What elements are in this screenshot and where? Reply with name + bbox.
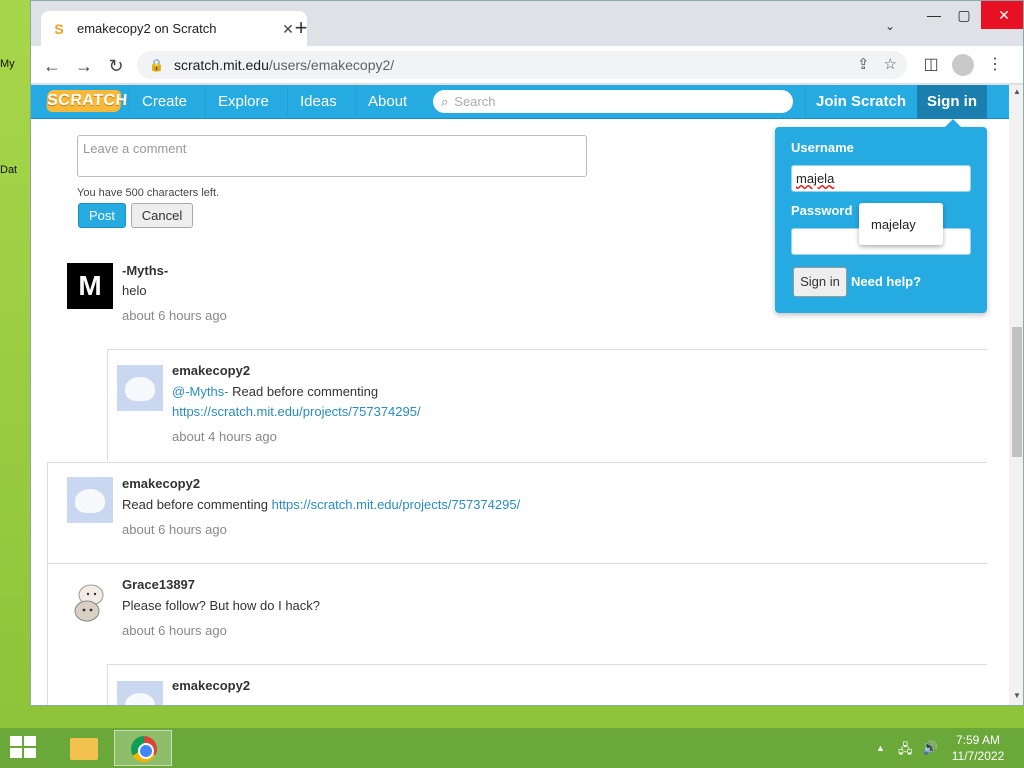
browser-tab[interactable]: S emakecopy2 on Scratch ✕ [41,11,307,46]
comment-textarea[interactable]: Leave a comment [77,135,587,177]
folder-icon [70,738,98,760]
clock-date: 11/7/2022 [951,749,1005,763]
cat-sticker-icon [74,584,104,622]
username-field[interactable]: majela [791,165,971,192]
menu-kebab-icon[interactable]: ⋮ [983,54,1007,74]
clock[interactable]: 7:59 AM 11/7/2022 [936,732,1020,764]
scratch-navbar: SCRATCH Create Explore Ideas About ⌕ Sea… [31,85,1009,119]
tab-title: emakecopy2 on Scratch [77,21,217,36]
comment-border-line [47,462,48,705]
url-path: /users/emakecopy2/ [268,57,395,73]
share-icon[interactable]: ⇪ [857,55,870,73]
comment-timestamp: about 4 hours ago [172,429,277,444]
vertical-scrollbar[interactable]: ▲ ▼ [1009,85,1023,705]
reload-icon[interactable]: ↻ [103,53,129,79]
nav-about[interactable]: About [355,85,419,119]
clock-time: 7:59 AM [955,733,1001,747]
start-button[interactable] [10,736,38,760]
comment-text-body: Read before commenting [228,384,379,399]
url-host: scratch.mit.edu [173,57,269,73]
close-window-button[interactable]: ✕ [981,1,1023,29]
comment-text: helo [122,283,147,298]
reply-indent-line [107,349,108,461]
avatar[interactable] [117,365,163,411]
post-button[interactable]: Post [78,203,126,228]
bookmark-star-icon[interactable]: ☆ [884,55,897,73]
need-help-link[interactable]: Need help? [851,274,921,289]
tab-strip: S emakecopy2 on Scratch ✕ + ⌄ — ▢ ✕ [31,1,1023,46]
show-hidden-icons-icon[interactable]: ▲ [876,743,885,753]
divider [47,563,987,564]
comment-username[interactable]: Grace13897 [122,577,195,592]
comment-username[interactable]: emakecopy2 [172,363,250,378]
address-bar[interactable]: 🔒 scratch.mit.edu/users/emakecopy2/ ⇪ ☆ [137,51,907,79]
nav-ideas[interactable]: Ideas [287,85,349,119]
scratch-logo[interactable]: SCRATCH [46,90,128,112]
tab-search-icon[interactable]: ⌄ [885,19,905,33]
comment-timestamp: about 6 hours ago [122,623,227,638]
new-tab-button[interactable]: + [289,16,313,40]
search-placeholder: Search [454,94,496,109]
comment-timestamp: about 6 hours ago [122,522,227,537]
scroll-up-icon[interactable]: ▲ [1013,87,1021,96]
scratch-favicon-icon: S [54,20,64,37]
divider [47,462,987,463]
search-input[interactable]: ⌕ Search [433,90,793,113]
forward-arrow-icon[interactable]: → [71,53,97,79]
cancel-button[interactable]: Cancel [131,203,193,228]
desktop-icon-label[interactable]: My [0,58,26,70]
comment-text: Please follow? But how do I hack? [122,598,321,613]
page-viewport: SCRATCH Create Explore Ideas About ⌕ Sea… [31,85,1009,705]
comment-placeholder: Leave a comment [83,141,187,156]
divider [107,349,987,350]
characters-left-text: You have 500 characters left. [77,187,220,199]
scrollbar-thumb[interactable] [1012,327,1022,457]
join-scratch-link[interactable]: Join Scratch [805,85,916,119]
search-icon: ⌕ [441,93,449,109]
minimize-button[interactable]: — [919,1,949,29]
comment-username[interactable]: emakecopy2 [172,678,250,693]
file-explorer-taskbar-button[interactable] [52,730,110,766]
chrome-taskbar-button[interactable] [114,730,172,766]
username-label: Username [791,140,854,155]
avatar[interactable]: M [67,263,113,309]
nav-explore[interactable]: Explore [205,85,281,119]
comment-text: @-Myths- Read before commenting [172,384,378,399]
password-label: Password [791,203,853,218]
comment-username[interactable]: emakecopy2 [122,476,200,491]
username-value: majela [796,171,835,186]
scroll-down-icon[interactable]: ▼ [1013,691,1021,700]
maximize-button[interactable]: ▢ [953,1,975,29]
browser-toolbar: ← → ↻ 🔒 scratch.mit.edu/users/emakecopy2… [31,46,1023,84]
comment-link-line: https://scratch.mit.edu/projects/7573742… [172,404,421,419]
network-icon[interactable]: 🖧 [898,740,913,762]
lock-icon[interactable]: 🔒 [149,58,164,72]
avatar[interactable] [117,681,163,705]
side-panel-icon[interactable]: ◫ [919,54,943,74]
browser-window: S emakecopy2 on Scratch ✕ + ⌄ — ▢ ✕ ← → … [30,0,1024,706]
autocomplete-suggestion[interactable]: majelay [859,203,943,245]
sign-in-nav-button[interactable]: Sign in [917,85,987,119]
comment-timestamp: about 6 hours ago [122,308,227,323]
comment-text: Read before commenting https://scratch.m… [122,497,520,512]
project-link[interactable]: https://scratch.mit.edu/projects/7573742… [172,404,421,419]
desktop-icon-label[interactable]: Dat [0,164,26,176]
comment-username[interactable]: -Myths- [122,263,168,278]
mention-link[interactable]: @-Myths- [172,384,229,399]
sign-in-button[interactable]: Sign in [793,267,847,297]
reply-indent-line [107,664,108,705]
divider [107,664,987,665]
nav-create[interactable]: Create [129,85,199,119]
comment-text-body: Read before commenting [122,497,272,512]
chrome-icon [131,736,157,762]
profile-avatar-icon[interactable] [951,54,975,81]
back-arrow-icon[interactable]: ← [39,53,65,79]
avatar[interactable] [67,579,113,625]
avatar[interactable] [67,477,113,523]
project-link[interactable]: https://scratch.mit.edu/projects/7573742… [272,497,521,512]
taskbar: ▲ 🖧 🔊 7:59 AM 11/7/2022 [0,728,1024,768]
